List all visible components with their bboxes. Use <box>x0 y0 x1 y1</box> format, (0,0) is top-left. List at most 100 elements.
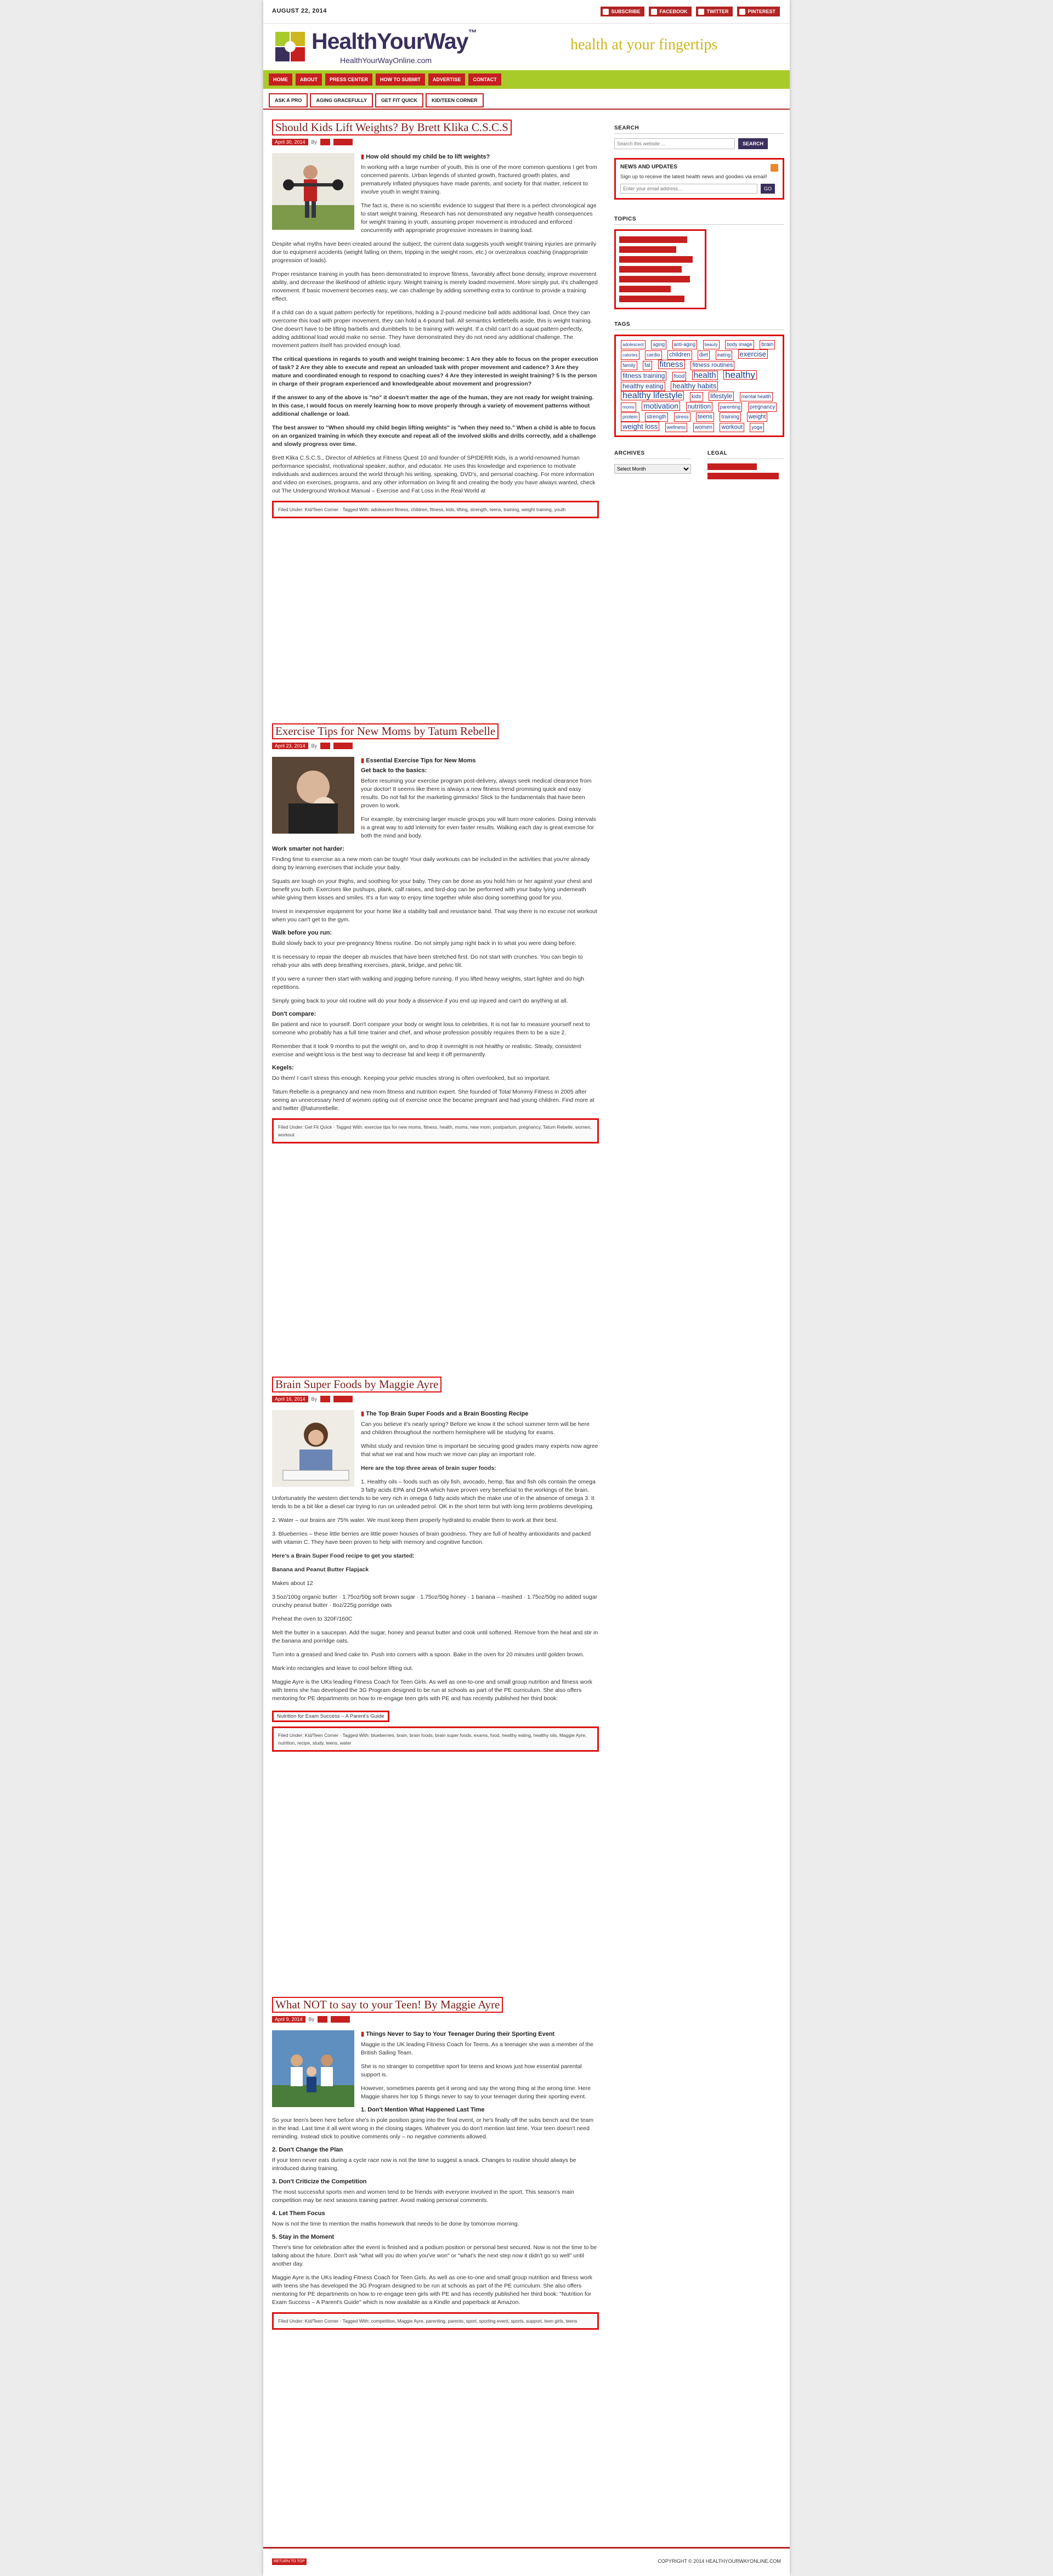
legal-link[interactable] <box>707 473 779 479</box>
subnav-get-fit-quick[interactable]: GET FIT QUICK <box>375 93 424 107</box>
tag-link[interactable]: healthy habits <box>671 381 718 390</box>
tag-link[interactable]: workout <box>720 423 744 432</box>
post-footer[interactable]: Filed Under: Kid/Teen Corner · Tagged Wi… <box>272 501 599 518</box>
tag-link[interactable]: eating <box>715 350 733 360</box>
tag-link[interactable]: adolescent <box>621 340 646 349</box>
nav-press-center[interactable]: PRESS CENTER <box>325 73 373 86</box>
post-date: April 23, 2014 <box>272 743 308 749</box>
tag-link[interactable]: fitness <box>658 360 685 369</box>
post-title[interactable]: Should Kids Lift Weights? By Brett Klika… <box>272 120 512 135</box>
subscribe-go-button[interactable]: GO <box>761 184 775 194</box>
tag-link[interactable]: women <box>693 423 714 432</box>
post-title[interactable]: Brain Super Foods by Maggie Ayre <box>272 1377 442 1392</box>
rss-icon[interactable] <box>771 164 778 172</box>
logo-icon[interactable] <box>274 31 306 63</box>
topic-item[interactable] <box>619 286 671 292</box>
tag-link[interactable]: healthy lifestyle <box>621 391 684 400</box>
nav-how-to-submit[interactable]: HOW TO SUBMIT <box>376 73 425 86</box>
tag-link[interactable]: motivation <box>642 401 681 411</box>
tag-link[interactable]: aging <box>651 340 667 349</box>
return-to-top-link[interactable]: RETURN TO TOP <box>272 2558 307 2565</box>
tag-link[interactable]: anti-aging <box>672 340 698 349</box>
post-footer[interactable]: Filed Under: Get Fit Quick · Tagged With… <box>272 1118 599 1143</box>
topic-item[interactable] <box>619 246 676 253</box>
site-title[interactable]: HealthYourWay™ <box>312 29 477 54</box>
search-button[interactable]: SEARCH <box>738 138 768 149</box>
comment-count[interactable] <box>333 743 353 749</box>
page: AUGUST 22, 2014 SUBSCRIBE FACEBOOK TWITT… <box>263 0 790 2576</box>
tag-link[interactable]: health <box>692 371 718 380</box>
post-paragraph: Squats are tough on your thighs, and soo… <box>272 878 592 901</box>
tag-link[interactable]: stress <box>673 412 690 422</box>
nav-about[interactable]: ABOUT <box>296 73 322 86</box>
post-thumbnail[interactable] <box>272 757 354 834</box>
post-thumbnail[interactable] <box>272 1410 354 1487</box>
subnav-aging-gracefully[interactable]: AGING GRACEFULLY <box>310 93 373 107</box>
nav-advertise[interactable]: ADVERTISE <box>428 73 466 86</box>
subscribe-link[interactable]: SUBSCRIBE <box>601 7 645 16</box>
tag-link[interactable]: family <box>621 361 637 370</box>
tag-link[interactable]: healthy eating <box>621 382 665 391</box>
tag-link[interactable]: training <box>720 412 741 422</box>
tag-link[interactable]: mental health <box>739 392 773 401</box>
twitter-link[interactable]: TWITTER <box>696 7 733 16</box>
comment-count[interactable] <box>333 139 353 145</box>
topic-item[interactable] <box>619 296 684 302</box>
post-author-link[interactable] <box>318 2016 327 2023</box>
post-footer[interactable]: Filed Under: Kid/Teen Corner · Tagged Wi… <box>272 1726 599 1752</box>
tag-link[interactable]: strength <box>644 412 669 422</box>
post-author-link[interactable] <box>320 1396 330 1402</box>
tag-link[interactable]: moms <box>621 403 636 412</box>
search-input[interactable] <box>614 138 735 149</box>
post-author-link[interactable] <box>320 743 330 749</box>
post-title[interactable]: What NOT to say to your Teen! By Maggie … <box>272 1997 503 2013</box>
email-field[interactable] <box>620 184 757 194</box>
tag-link[interactable]: wellness <box>665 423 688 432</box>
tag-link[interactable]: teens <box>696 412 714 422</box>
tag-link[interactable]: healthy <box>723 370 757 380</box>
tag-link[interactable]: lifestyle <box>709 392 734 401</box>
tag-link[interactable]: body image <box>725 340 754 349</box>
tag-link[interactable]: beauty <box>703 340 720 349</box>
tag-link[interactable]: brain <box>760 340 775 349</box>
tag-link[interactable]: fat <box>642 361 653 370</box>
pinterest-link[interactable]: PINTEREST <box>737 7 780 16</box>
archive-month-select[interactable]: Select Month <box>614 464 691 474</box>
legal-link[interactable] <box>707 463 757 470</box>
tag-link[interactable]: weight loss <box>621 422 660 431</box>
tag-link[interactable]: fitness training <box>621 371 667 381</box>
post-subheading: 5. Stay in the Moment <box>272 2234 335 2240</box>
comment-count[interactable] <box>330 2016 350 2023</box>
book-link[interactable]: Nutrition for Exam Success – A Parent's … <box>272 1711 389 1722</box>
topic-item[interactable] <box>619 276 690 282</box>
comment-count[interactable] <box>333 1396 353 1402</box>
tag-link[interactable]: parenting <box>718 403 743 412</box>
post-thumbnail[interactable] <box>272 2030 354 2107</box>
tag-link[interactable]: yoga <box>750 423 764 432</box>
tag-link[interactable]: weight <box>746 412 768 422</box>
tag-link[interactable]: protein <box>621 412 639 422</box>
topic-item[interactable] <box>619 266 682 273</box>
tag-link[interactable]: kids <box>689 392 703 401</box>
post-footer[interactable]: Filed Under: Kid/Teen Corner · Tagged Wi… <box>272 2312 599 2330</box>
topic-item[interactable] <box>619 256 693 263</box>
tag-link[interactable]: children <box>667 350 692 360</box>
post-thumbnail[interactable] <box>272 153 354 230</box>
nav-home[interactable]: HOME <box>269 73 292 86</box>
tag-link[interactable]: fitness routines <box>690 361 735 370</box>
facebook-link[interactable]: FACEBOOK <box>649 7 692 16</box>
subnav-kid-teen-corner[interactable]: KID/TEEN CORNER <box>426 93 484 107</box>
tag-link[interactable]: food <box>672 372 687 381</box>
nav-contact[interactable]: CONTACT <box>468 73 501 86</box>
search-widget-title: SEARCH <box>614 125 784 134</box>
tag-link[interactable]: calories <box>621 350 639 360</box>
tag-link[interactable]: diet <box>697 350 710 360</box>
subnav-ask-a-pro[interactable]: ASK A PRO <box>269 93 308 107</box>
topic-item[interactable] <box>619 236 687 243</box>
tag-link[interactable]: pregnancy <box>748 403 777 412</box>
post-title[interactable]: Exercise Tips for New Moms by Tatum Rebe… <box>272 723 499 739</box>
post-author-link[interactable] <box>320 139 330 145</box>
tag-link[interactable]: cardio <box>645 350 662 360</box>
tag-link[interactable]: nutrition <box>686 402 713 411</box>
tag-link[interactable]: exercise <box>738 349 768 359</box>
